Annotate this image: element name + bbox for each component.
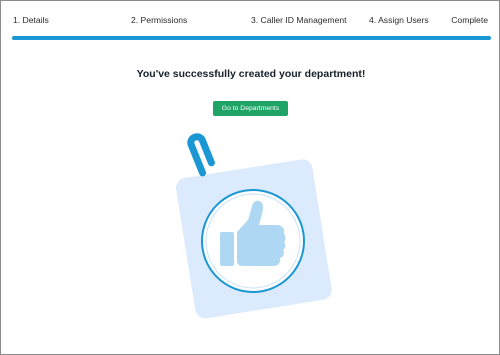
step-assign-users[interactable]: 4. Assign Users bbox=[369, 15, 429, 25]
progress-bar-fill bbox=[12, 36, 491, 40]
success-illustration bbox=[176, 133, 332, 319]
step-permissions[interactable]: 2. Permissions bbox=[131, 15, 187, 25]
wizard-frame: 1. Details 2. Permissions 3. Caller ID M… bbox=[0, 0, 500, 355]
paperclip-icon bbox=[187, 133, 215, 177]
progress-bar bbox=[12, 36, 491, 40]
step-complete[interactable]: Complete bbox=[451, 15, 488, 25]
wizard-steps: 1. Details 2. Permissions 3. Caller ID M… bbox=[13, 15, 488, 27]
go-to-departments-button[interactable]: Go to Departments bbox=[213, 101, 288, 116]
step-caller-id-management[interactable]: 3. Caller ID Management bbox=[251, 15, 347, 25]
step-details[interactable]: 1. Details bbox=[13, 15, 49, 25]
success-message: You've successfully created your departm… bbox=[136, 68, 366, 80]
